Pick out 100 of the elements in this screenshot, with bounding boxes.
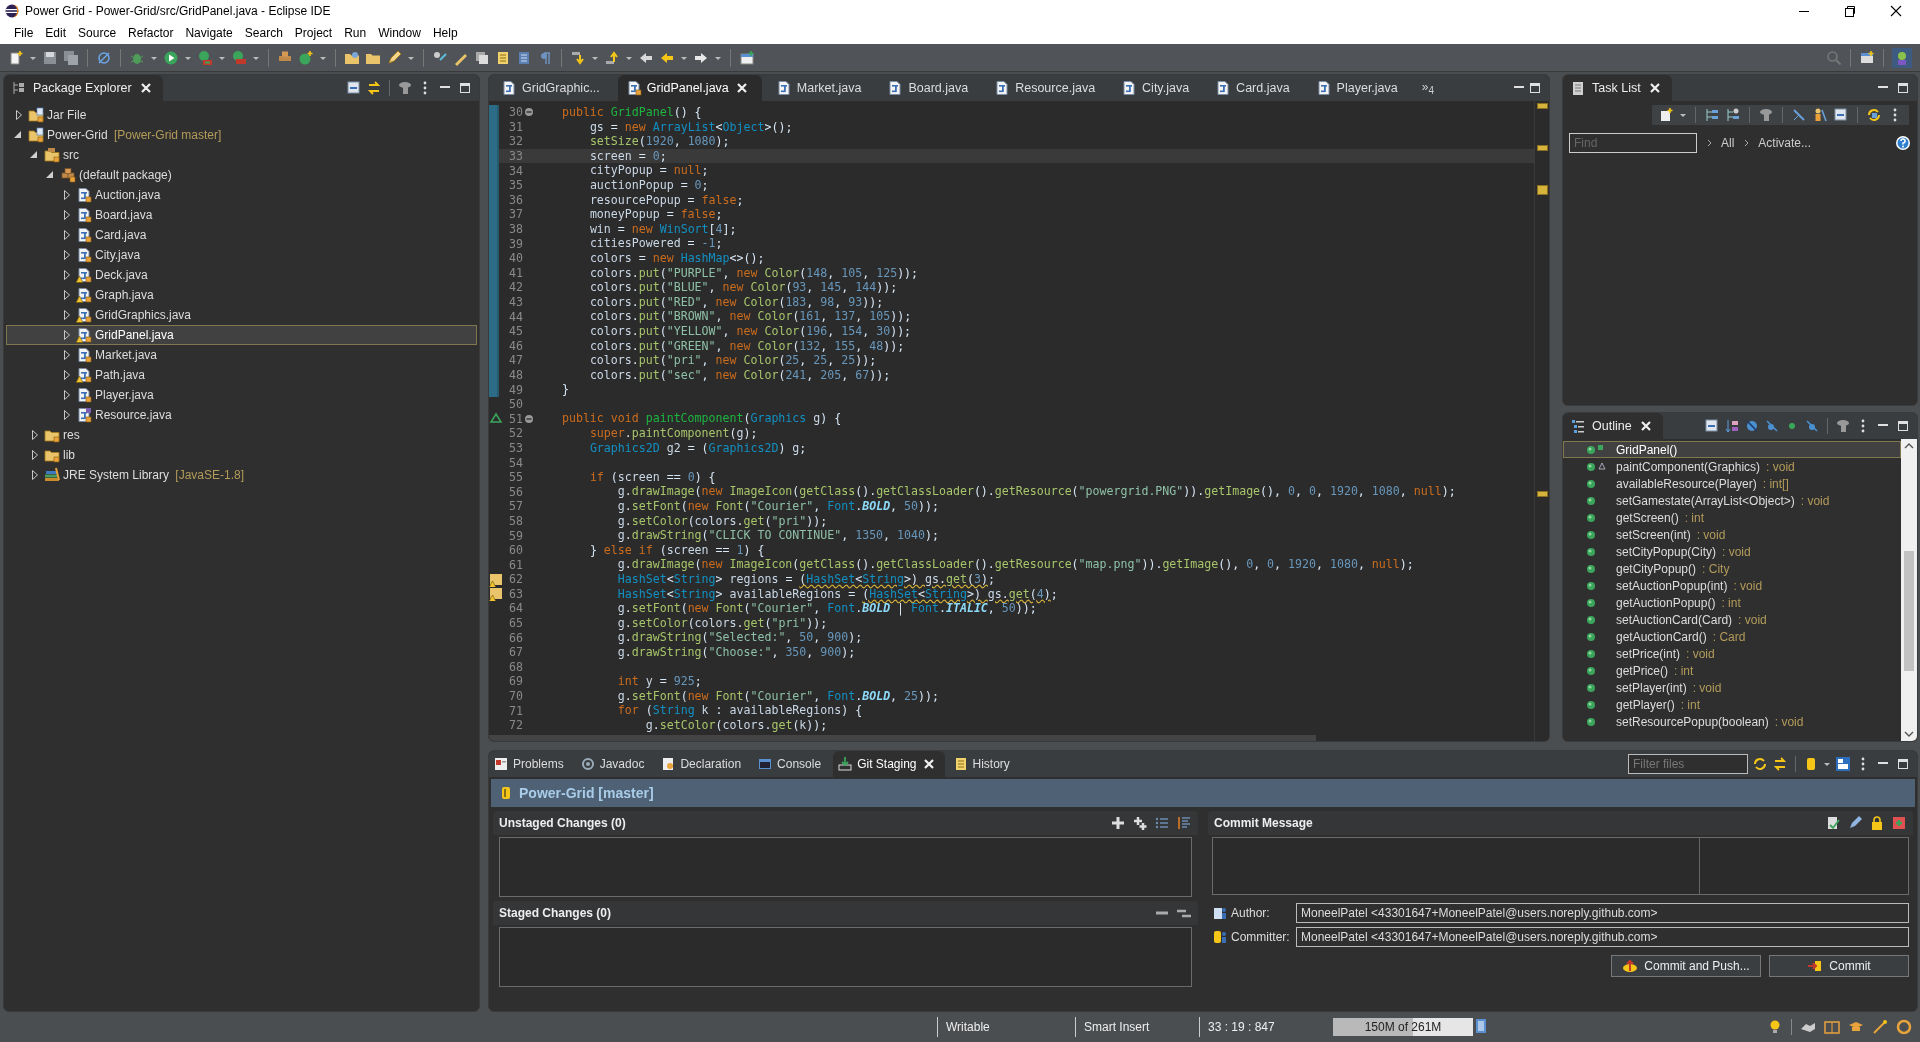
add-all-icon[interactable] — [1132, 815, 1148, 831]
refresh-icon[interactable] — [1752, 756, 1768, 772]
menu-item[interactable]: Run — [338, 24, 373, 42]
outline-item[interactable]: getScreen() : int — [1563, 509, 1901, 526]
view-tab[interactable]: Console — [753, 751, 830, 777]
tree-item[interactable]: Jar File — [6, 105, 477, 125]
commit-button[interactable]: Commit — [1769, 955, 1909, 977]
breakpoint-icon[interactable] — [96, 49, 112, 66]
sort-icon[interactable] — [1724, 418, 1740, 434]
unstaged-list[interactable] — [499, 837, 1192, 897]
tree-item[interactable]: Board.java — [6, 205, 477, 225]
up-arrow-icon[interactable] — [604, 49, 620, 66]
tree-item[interactable]: Auction.java — [6, 185, 477, 205]
tree-item[interactable]: res — [6, 425, 477, 445]
tree-item[interactable]: Graph.java — [6, 285, 477, 305]
down-arrow-icon[interactable] — [570, 49, 586, 66]
commit-message-field[interactable] — [1212, 837, 1909, 895]
filter-icon[interactable] — [1835, 418, 1851, 434]
tree-item[interactable]: Card.java — [6, 225, 477, 245]
view-tab[interactable]: Task List — [1563, 75, 1672, 101]
tree-item[interactable]: Deck.java — [6, 265, 477, 285]
tree-item[interactable]: Power-Grid [Power-Grid master] — [6, 125, 477, 145]
tree-item[interactable]: JRE System Library [JavaSE-1.8] — [6, 465, 477, 485]
link-icon[interactable] — [1772, 756, 1788, 772]
new-file-icon[interactable] — [8, 49, 24, 66]
outline-item[interactable]: getPlayer() : int — [1563, 696, 1901, 713]
link-icon[interactable] — [366, 80, 382, 96]
outline-item[interactable]: setPrice(int) : void — [1563, 645, 1901, 662]
tree-item[interactable]: GridGraphics.java — [6, 305, 477, 325]
editor-tab[interactable]: Card.java — [1207, 75, 1302, 101]
scroll-down-icon[interactable] — [1903, 729, 1915, 739]
restore-icon[interactable] — [1842, 3, 1858, 19]
outline-item[interactable]: setResourcePopup(boolean) : void — [1563, 713, 1901, 730]
outline-item[interactable]: setAuctionCard(Card) : void — [1563, 611, 1901, 628]
menu-item[interactable]: Help — [426, 24, 464, 42]
sync-icon[interactable] — [1866, 107, 1882, 123]
menu-item[interactable]: Refactor — [122, 24, 180, 42]
pen-icon[interactable] — [386, 49, 402, 66]
view-tab[interactable]: History — [948, 751, 1018, 777]
view-tab[interactable]: Javadoc — [575, 751, 653, 777]
view-tab[interactable]: Outline — [1563, 413, 1663, 439]
outline-item[interactable]: setCityPopup(City) : void — [1563, 543, 1901, 560]
view-tab[interactable]: Problems — [489, 751, 572, 777]
menu-item[interactable]: Source — [72, 24, 123, 42]
outline-item[interactable]: availableResource(Player) : int[] — [1563, 475, 1901, 492]
list-view-icon[interactable] — [1154, 815, 1170, 831]
caret-icon[interactable] — [1679, 111, 1687, 119]
add-icon[interactable] — [1110, 815, 1126, 831]
commit-and-push-button[interactable]: Commit and Push... — [1611, 955, 1761, 977]
wand-icon[interactable] — [1872, 1019, 1888, 1035]
outline-item[interactable]: paintComponent(Graphics) : void — [1563, 458, 1901, 475]
filter-field[interactable]: Filter files — [1628, 754, 1748, 774]
committer-field[interactable]: MoneelPatel <43301647+MoneelPatel@users.noreply.github.com> — [1296, 927, 1909, 947]
view-tab[interactable]: Git Staging — [833, 751, 945, 777]
tree-item[interactable]: (default package) — [6, 165, 477, 185]
outline-item[interactable]: setPlayer(int) : void — [1563, 679, 1901, 696]
tree-item[interactable]: src — [6, 145, 477, 165]
filter-link[interactable]: All — [1721, 136, 1735, 150]
editor-tab[interactable]: Market.java — [767, 75, 874, 101]
scroll-up-icon[interactable] — [1903, 441, 1915, 451]
menu-item[interactable]: Project — [288, 24, 339, 42]
editor-tab[interactable]: City.java — [1113, 75, 1202, 101]
folder-icon[interactable] — [344, 49, 360, 66]
editor-tab[interactable]: GridPanel.java — [617, 75, 762, 101]
editor-tab[interactable]: Player.java — [1307, 75, 1410, 101]
tree-item[interactable]: lib — [6, 445, 477, 465]
menu-item[interactable]: Navigate — [179, 24, 239, 42]
layout-icon[interactable] — [1835, 756, 1851, 772]
menu-item[interactable]: File — [8, 24, 40, 42]
editor-tab[interactable]: GridGraphic... — [493, 75, 612, 101]
collapse-all-icon[interactable] — [1833, 107, 1849, 123]
book-icon[interactable] — [1824, 1019, 1840, 1035]
tree-item[interactable]: Player.java — [6, 385, 477, 405]
new-window-icon[interactable] — [739, 49, 755, 66]
help-icon[interactable] — [1895, 135, 1911, 151]
view-tab[interactable]: Declaration — [656, 751, 750, 777]
perspective-icon[interactable] — [1859, 49, 1875, 66]
close-icon[interactable] — [1888, 3, 1904, 19]
lock-icon[interactable] — [1869, 815, 1885, 831]
list-icon[interactable] — [516, 49, 532, 66]
memory-bar[interactable]: 150M of 261M — [1333, 1018, 1473, 1036]
outline-item[interactable]: GridPanel() — [1563, 441, 1901, 458]
editor-tab[interactable]: Resource.java — [986, 75, 1108, 101]
filter-icon[interactable] — [397, 80, 413, 96]
filter-icon[interactable] — [1758, 107, 1774, 123]
pen-icon[interactable] — [1847, 815, 1863, 831]
outline-item[interactable]: getCityPopup() : City — [1563, 560, 1901, 577]
save-icon[interactable] — [42, 49, 58, 66]
new-task-icon[interactable] — [1658, 107, 1674, 123]
menu-item[interactable]: Window — [372, 24, 427, 42]
notes-icon[interactable] — [495, 49, 511, 66]
run-icon[interactable] — [163, 49, 179, 66]
tree-item[interactable]: City.java — [6, 245, 477, 265]
outline-item[interactable]: getAuctionCard() : Card — [1563, 628, 1901, 645]
view-tab[interactable]: Package Explorer — [4, 75, 163, 101]
scrollbar-thumb[interactable] — [489, 735, 1316, 741]
outline-item[interactable]: getAuctionPopup() : int — [1563, 594, 1901, 611]
staged-list[interactable] — [499, 927, 1192, 987]
caret-icon[interactable] — [1823, 760, 1831, 768]
tree-item[interactable]: Path.java — [6, 365, 477, 385]
